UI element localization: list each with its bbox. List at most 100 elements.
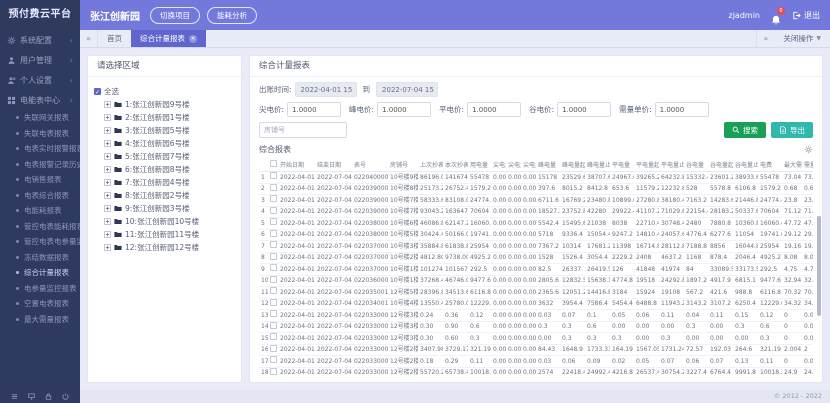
menu-icon[interactable]	[11, 393, 18, 400]
row-checkbox[interactable]	[270, 287, 277, 294]
table-row[interactable]: 18 2022-04-012022-07-040220330000712号楼2楼…	[259, 367, 813, 378]
row-checkbox[interactable]	[270, 333, 277, 340]
topbar-pill-button[interactable]: 切换项目	[150, 7, 200, 24]
tree-node[interactable]: 6:张江创新园8号楼	[94, 163, 235, 176]
tree-node[interactable]: 10:张江创新园10号楼	[94, 215, 235, 228]
sidebar-item[interactable]: 电能耗报表	[0, 203, 80, 219]
expand-icon[interactable]	[104, 166, 111, 173]
row-checkbox[interactable]	[270, 195, 277, 202]
row-checkbox[interactable]	[270, 218, 277, 225]
price-filter-input-4[interactable]	[655, 102, 709, 117]
sidebar-item[interactable]: 管控电表电参量监控	[0, 234, 80, 250]
row-checkbox[interactable]	[270, 368, 277, 375]
tree-node[interactable]: 4:张江创新园6号楼	[94, 137, 235, 150]
select-all-checkbox[interactable]: ✓	[94, 88, 101, 95]
tree-node[interactable]: 7:张江创新园4号楼	[94, 176, 235, 189]
sidebar-item[interactable]: 空置电表报表	[0, 296, 80, 312]
select-all-rows-checkbox[interactable]	[270, 160, 277, 167]
expand-icon[interactable]	[104, 153, 111, 160]
sidebar-group-personal-settings[interactable]: 个人设置 ‹	[0, 70, 80, 90]
table-row[interactable]: 11 2022-04-012022-07-040220350010112号楼5楼…	[259, 287, 813, 299]
expand-icon[interactable]	[104, 140, 111, 147]
room-number-input[interactable]	[259, 122, 347, 138]
sidebar-item[interactable]: 冻结数据报表	[0, 250, 80, 266]
table-row[interactable]: 4 2022-04-012022-07-040220390000310号楼7楼（…	[259, 206, 813, 218]
sidebar-item[interactable]: 综合计量报表	[0, 265, 80, 281]
row-checkbox[interactable]	[270, 241, 277, 248]
tab-综合计量报表[interactable]: 综合计量报表 ✕	[131, 30, 206, 47]
row-checkbox[interactable]	[270, 345, 277, 352]
tree-node[interactable]: 12:张江创新园12号楼	[94, 241, 235, 254]
row-checkbox[interactable]	[270, 184, 277, 191]
table-row[interactable]: 17 2022-04-012022-07-040220330000812号楼2楼…	[259, 356, 813, 368]
topbar-pill-button[interactable]: 能耗分析	[207, 7, 257, 24]
sidebar-item[interactable]: 电参量监控报表	[0, 281, 80, 297]
monitor-icon[interactable]	[28, 393, 35, 400]
close-operations-dropdown[interactable]: 关闭操作 ▼	[774, 30, 830, 47]
tree-node[interactable]: 8:张江创新园2号楼	[94, 189, 235, 202]
sidebar-item[interactable]: 管控电表能耗报表	[0, 219, 80, 235]
expand-icon[interactable]	[104, 244, 111, 251]
sidebar-item[interactable]: 最大需量报表	[0, 312, 80, 328]
tab-close-icon[interactable]: ✕	[189, 35, 197, 43]
price-filter-input-1[interactable]	[377, 102, 431, 117]
table-row[interactable]: 16 2022-04-012022-07-040220330000512号楼2楼…	[259, 344, 813, 356]
table-row[interactable]: 10 2022-04-012022-07-040220360000110号楼1楼…	[259, 275, 813, 287]
vertical-scrollbar-thumb[interactable]	[817, 216, 821, 316]
table-row[interactable]: 15 2022-04-012022-07-040220330000412号楼3楼…	[259, 333, 813, 345]
sidebar-item[interactable]: 电表实时报警报表	[0, 141, 80, 157]
row-checkbox[interactable]	[270, 253, 277, 260]
table-row[interactable]: 9 2022-04-012022-07-040220370000110号楼1楼（…	[259, 264, 813, 276]
power-icon[interactable]	[62, 393, 69, 400]
tree-node[interactable]: 2:张江创新园1号楼	[94, 111, 235, 124]
row-checkbox[interactable]	[270, 299, 277, 306]
select-all-node[interactable]: ✓ 全选	[94, 85, 235, 98]
expand-icon[interactable]	[104, 101, 111, 108]
date-to-input[interactable]	[376, 82, 438, 97]
price-filter-input-0[interactable]	[287, 102, 341, 117]
row-checkbox[interactable]	[270, 356, 277, 363]
report-table-container[interactable]: 开始日期结束日期表号房铺号上次抄表本次抄表用电量尖电量尖电量起尖电量止峰电量峰电…	[259, 158, 813, 378]
table-row[interactable]: 6 2022-04-012022-07-040220380000110号楼5楼底…	[259, 229, 813, 241]
tabs-forward-button[interactable]: »	[756, 30, 774, 47]
row-checkbox[interactable]	[270, 207, 277, 214]
table-row[interactable]: 2 2022-04-012022-07-040220390000110号楼8楼底…	[259, 183, 813, 195]
row-checkbox[interactable]	[270, 172, 277, 179]
row-checkbox[interactable]	[270, 230, 277, 237]
table-row[interactable]: 5 2022-04-012022-07-040220380000210号楼6楼（…	[259, 218, 813, 230]
tree-node[interactable]: 1:张江创新园9号楼	[94, 98, 235, 111]
price-filter-input-3[interactable]	[557, 102, 611, 117]
sidebar-item[interactable]: 电表综合报表	[0, 188, 80, 204]
table-row[interactable]: 13 2022-04-012022-07-040220330000912号楼3楼…	[259, 310, 813, 322]
expand-icon[interactable]	[104, 127, 111, 134]
sidebar-group-meter-center[interactable]: 电能表中心 ‹	[0, 90, 80, 110]
sidebar-item[interactable]: 失联电表报表	[0, 126, 80, 142]
row-checkbox[interactable]	[270, 264, 277, 271]
table-row[interactable]: 14 2022-04-012022-07-040220330000812号楼3楼…	[259, 321, 813, 333]
table-row[interactable]: 12 2022-04-012022-07-040220340010110号楼4楼…	[259, 298, 813, 310]
sidebar-item[interactable]: 电销售报表	[0, 172, 80, 188]
tree-node[interactable]: 5:张江创新园7号楼	[94, 150, 235, 163]
sidebar-group-user-mgmt[interactable]: 用户管理 ‹	[0, 50, 80, 70]
expand-icon[interactable]	[104, 192, 111, 199]
table-row[interactable]: 7 2022-04-012022-07-040220370000310号楼3楼（…	[259, 241, 813, 253]
table-row[interactable]: 3 2022-04-012022-07-040220390000210号楼7楼（…	[259, 195, 813, 207]
lock-icon[interactable]	[45, 393, 52, 400]
expand-icon[interactable]	[104, 218, 111, 225]
notification-bell-icon[interactable]: 0	[771, 10, 781, 21]
row-checkbox[interactable]	[270, 310, 277, 317]
tree-node[interactable]: 9:张江创新园3号楼	[94, 202, 235, 215]
search-button[interactable]: 搜索	[724, 122, 766, 138]
table-settings-gear-icon[interactable]	[804, 145, 813, 154]
sidebar-group-system-config[interactable]: 系统配置 ‹	[0, 30, 80, 50]
sidebar-item[interactable]: 电表报警记录历史报表	[0, 157, 80, 173]
table-row[interactable]: 8 2022-04-012022-07-040220370000210号楼2楼（…	[259, 252, 813, 264]
price-filter-input-2[interactable]	[467, 102, 521, 117]
expand-icon[interactable]	[104, 205, 111, 212]
export-button[interactable]: 导出	[771, 122, 813, 138]
tree-node[interactable]: 3:张江创新园5号楼	[94, 124, 235, 137]
tree-node[interactable]: 11:张江创新园11号楼	[94, 228, 235, 241]
row-checkbox[interactable]	[270, 276, 277, 283]
expand-icon[interactable]	[104, 179, 111, 186]
tab-首页[interactable]: 首页	[98, 30, 131, 47]
